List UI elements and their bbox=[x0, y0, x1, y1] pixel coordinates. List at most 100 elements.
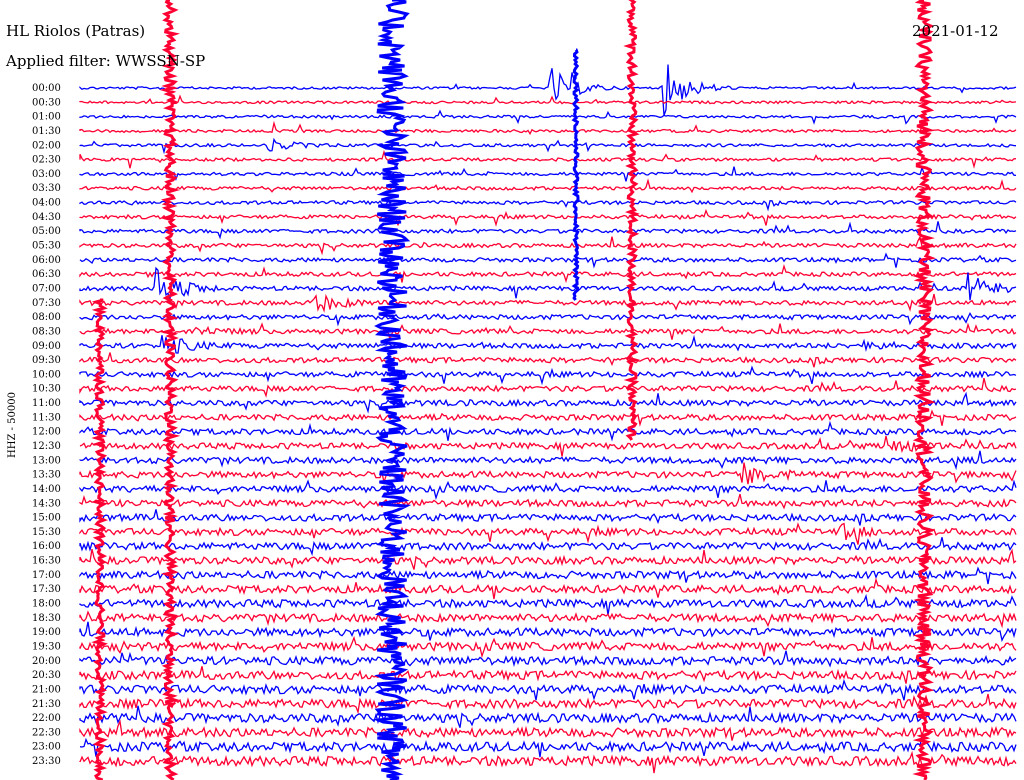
trace-line bbox=[79, 64, 1017, 116]
row-time-label: 02:00 bbox=[32, 140, 61, 151]
row-time-label: 16:00 bbox=[32, 541, 61, 552]
row-time-label: 16:30 bbox=[32, 556, 61, 567]
trace-line bbox=[79, 149, 1017, 169]
trace-line bbox=[79, 252, 1017, 269]
row-time-label: 17:00 bbox=[32, 570, 61, 581]
trace-line bbox=[79, 377, 1017, 398]
trace-line bbox=[79, 522, 1017, 545]
trace-line bbox=[79, 94, 1017, 105]
row-time-label: 06:00 bbox=[32, 255, 61, 266]
row-time-label: 01:30 bbox=[32, 126, 61, 137]
row-time-label: 13:30 bbox=[32, 470, 61, 481]
row-time-label: 13:00 bbox=[32, 455, 61, 466]
trace-line bbox=[79, 750, 1017, 774]
trace-line bbox=[79, 293, 1017, 313]
row-time-label: 19:00 bbox=[32, 627, 61, 638]
helicorder-plot: 00:00 00:30 01:00 01:30 02:00 02:30 03:00 03:30… bbox=[5, 0, 1017, 780]
trace-line bbox=[79, 235, 1017, 256]
row-time-label: 00:30 bbox=[32, 97, 61, 108]
trace-line bbox=[79, 650, 1017, 668]
row-time-label: 00:00 bbox=[32, 83, 61, 94]
row-time-label: 10:30 bbox=[32, 384, 61, 395]
trace-line bbox=[79, 719, 1017, 741]
trace-line bbox=[79, 266, 1017, 301]
trace-line bbox=[79, 450, 1017, 471]
row-time-label: 12:30 bbox=[32, 441, 61, 452]
trace-line bbox=[79, 621, 1017, 643]
trace-line bbox=[79, 548, 1017, 570]
trace-line bbox=[79, 705, 1017, 728]
row-time-label: 17:30 bbox=[32, 584, 61, 595]
time-tick-labels: 00:00 00:30 01:00 01:30 02:00 02:30 03:00 03:30… bbox=[32, 83, 61, 767]
date-label: 2021-01-12 bbox=[912, 22, 998, 40]
row-time-label: 23:30 bbox=[32, 756, 61, 767]
trace-line bbox=[79, 312, 1017, 327]
row-time-label: 08:30 bbox=[32, 326, 61, 337]
trace-line bbox=[79, 666, 1017, 684]
row-time-label: 04:30 bbox=[32, 212, 61, 223]
trace-line bbox=[79, 352, 1017, 368]
row-time-label: 10:00 bbox=[32, 369, 61, 380]
row-time-label: 20:30 bbox=[32, 670, 61, 681]
station-title: HL Riolos (Patras) bbox=[6, 22, 145, 40]
trace-line bbox=[79, 199, 1017, 212]
row-time-label: 07:00 bbox=[32, 283, 61, 294]
row-time-label: 22:30 bbox=[32, 727, 61, 738]
row-time-label: 15:00 bbox=[32, 513, 61, 524]
trace-line bbox=[79, 678, 1017, 701]
row-time-label: 02:30 bbox=[32, 155, 61, 166]
trace-line bbox=[79, 435, 1017, 457]
row-time-label: 03:00 bbox=[32, 169, 61, 180]
row-time-label: 11:00 bbox=[32, 398, 61, 409]
trace-line bbox=[79, 120, 1017, 136]
row-time-label: 06:30 bbox=[32, 269, 61, 280]
row-time-label: 14:30 bbox=[32, 498, 61, 509]
row-time-label: 20:00 bbox=[32, 656, 61, 667]
trace-line bbox=[79, 493, 1017, 510]
row-time-label: 21:30 bbox=[32, 699, 61, 710]
y-axis-label: HHZ - 50000 bbox=[7, 392, 18, 458]
trace-line bbox=[79, 577, 1017, 600]
trace-line bbox=[79, 208, 1017, 227]
trace-line bbox=[79, 509, 1017, 526]
row-time-label: 09:30 bbox=[32, 355, 61, 366]
trace-line bbox=[79, 165, 1017, 182]
row-time-label: 19:30 bbox=[32, 641, 61, 652]
trace-line bbox=[79, 178, 1017, 194]
trace-line bbox=[79, 263, 1017, 284]
trace-line bbox=[79, 734, 1017, 758]
trace-line bbox=[79, 409, 1017, 427]
seismogram-traces bbox=[79, 64, 1017, 774]
row-time-label: 04:00 bbox=[32, 198, 61, 209]
trace-line bbox=[79, 322, 1017, 342]
trace-line bbox=[79, 635, 1017, 659]
row-time-label: 09:00 bbox=[32, 341, 61, 352]
trace-line bbox=[79, 693, 1017, 715]
row-time-label: 23:00 bbox=[32, 742, 61, 753]
trace-line bbox=[79, 391, 1017, 414]
trace-line bbox=[79, 462, 1017, 485]
row-time-label: 14:00 bbox=[32, 484, 61, 495]
row-time-label: 12:00 bbox=[32, 427, 61, 438]
trace-line bbox=[79, 610, 1017, 629]
row-time-label: 18:30 bbox=[32, 613, 61, 624]
row-time-label: 05:30 bbox=[32, 241, 61, 252]
row-time-label: 18:00 bbox=[32, 599, 61, 610]
filter-label: Applied filter: WWSSN-SP bbox=[5, 52, 205, 70]
row-time-label: 08:00 bbox=[32, 312, 61, 323]
row-time-label: 01:00 bbox=[32, 112, 61, 123]
trace-line bbox=[79, 479, 1017, 501]
trace-line bbox=[79, 365, 1017, 386]
trace-line bbox=[79, 420, 1017, 442]
trace-line bbox=[79, 334, 1017, 354]
row-time-label: 21:00 bbox=[32, 684, 61, 695]
row-time-label: 07:30 bbox=[32, 298, 61, 309]
trace-line bbox=[79, 221, 1017, 240]
row-time-label: 22:00 bbox=[32, 713, 61, 724]
row-time-label: 05:00 bbox=[32, 226, 61, 237]
trace-line bbox=[79, 593, 1017, 615]
trace-line bbox=[79, 137, 1017, 155]
row-time-label: 15:30 bbox=[32, 527, 61, 538]
row-time-label: 03:30 bbox=[32, 183, 61, 194]
row-time-label: 11:30 bbox=[32, 412, 61, 423]
